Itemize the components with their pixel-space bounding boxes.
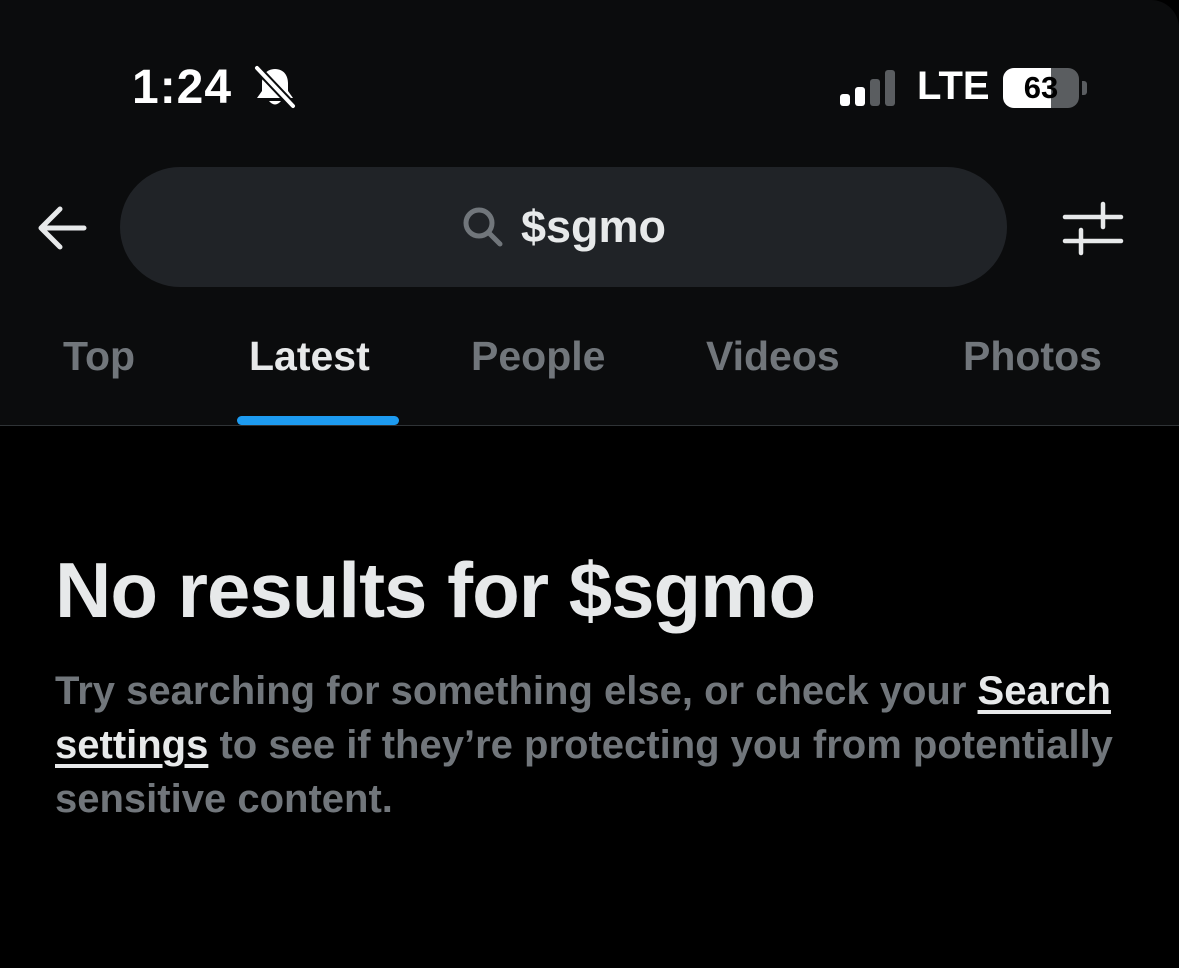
tab-top[interactable]: Top [63,333,135,380]
empty-state-text-suffix: to see if they’re protecting you from po… [55,723,1113,821]
battery-tip [1082,81,1087,95]
search-icon [463,207,503,247]
signal-bar [870,79,880,106]
search-results-screen: 1:24 LTE 63 $sgmo Top Latest People Vide… [0,0,1179,968]
tab-videos[interactable]: Videos [706,333,840,380]
tab-photos[interactable]: Photos [963,333,1102,380]
signal-bar [855,87,865,106]
sliders-icon [1062,201,1124,256]
active-tab-indicator [237,416,399,425]
status-bar: 1:24 LTE 63 [0,0,1179,150]
tab-people[interactable]: People [471,333,605,380]
bell-slash-icon [253,64,297,110]
back-button[interactable] [30,196,94,260]
search-filter-button[interactable] [1060,196,1124,260]
search-query-text: $sgmo [520,201,667,252]
empty-state-message: Try searching for something else, or che… [55,664,1135,826]
header-divider [0,425,1179,426]
signal-bar [885,70,895,106]
empty-state-text-prefix: Try searching for something else, or che… [55,669,978,713]
arrow-left-icon [38,206,87,250]
search-input[interactable]: $sgmo [120,167,1007,287]
top-header-area: 1:24 LTE 63 $sgmo Top Latest People Vide… [0,0,1179,425]
network-type: LTE [917,64,990,108]
tab-latest[interactable]: Latest [249,333,370,380]
status-time: 1:24 [132,61,233,114]
battery-indicator: 63 [1003,68,1079,108]
signal-bar [840,94,850,106]
battery-level: 63 [1023,70,1059,105]
cellular-signal-icon [840,70,895,106]
empty-state-title: No results for $sgmo [55,546,816,634]
